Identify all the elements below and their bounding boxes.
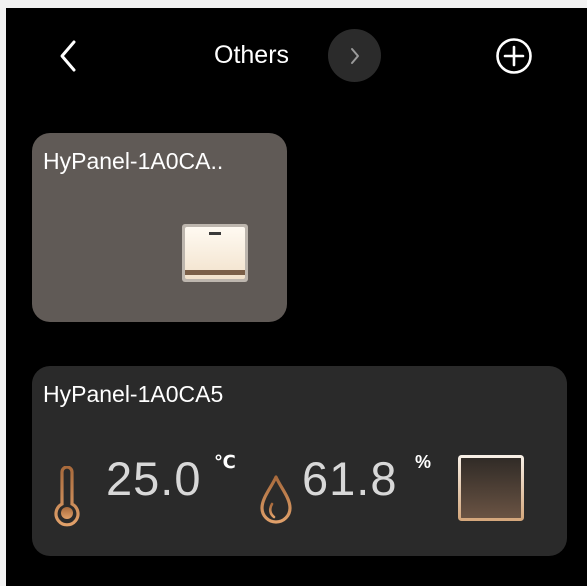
water-drop-icon (258, 474, 294, 526)
chevron-left-icon (60, 40, 76, 72)
humidity-readout: 61.8 (302, 454, 397, 504)
temperature-unit: ℃ (214, 452, 236, 472)
humidity-unit: % (415, 452, 432, 472)
page-title: Others (214, 41, 290, 69)
add-device-button[interactable] (495, 37, 533, 75)
back-button[interactable] (54, 36, 86, 76)
temperature-value: 25.0 (106, 452, 202, 505)
square-switch-icon (458, 455, 524, 521)
wall-switch-icon (182, 224, 248, 282)
device-name: HyPanel-1A0CA5 (43, 381, 224, 407)
device-card-switch[interactable]: HyPanel-1A0CA.. (32, 133, 287, 322)
next-category-button[interactable] (328, 29, 381, 82)
temperature-readout: 25.0 (106, 454, 201, 504)
plus-circle-icon (496, 38, 532, 74)
device-card-sensor[interactable]: HyPanel-1A0CA5 25.0 ℃ 61.8 % (32, 366, 567, 556)
chevron-right-icon (350, 47, 359, 64)
switch-toggle[interactable] (182, 224, 248, 282)
device-name: HyPanel-1A0CA.. (43, 148, 224, 174)
sensor-switch-button[interactable] (458, 455, 524, 521)
humidity-value: 61.8 (302, 452, 398, 505)
thermometer-icon (50, 465, 84, 528)
